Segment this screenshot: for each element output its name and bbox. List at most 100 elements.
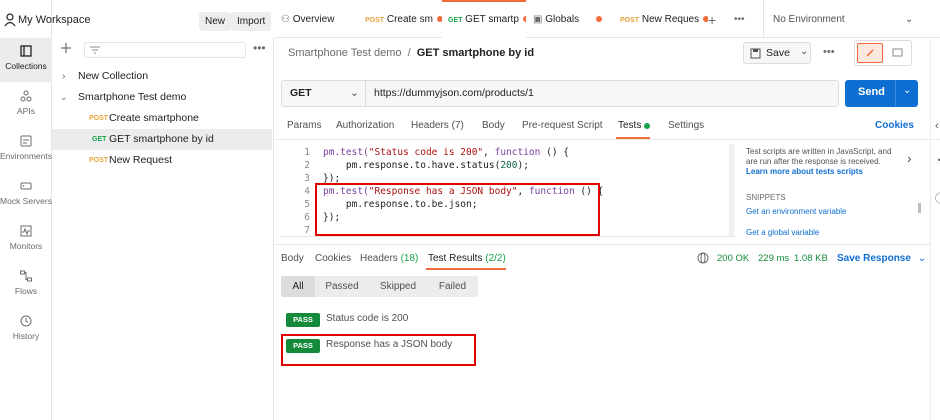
- rail-label: History: [12, 331, 40, 341]
- environment-select[interactable]: No Environment: [773, 0, 913, 38]
- workspace-name[interactable]: My Workspace: [18, 14, 91, 26]
- editor-scrollbar[interactable]: [729, 144, 734, 236]
- code-token: );: [517, 160, 529, 171]
- code-line: pm.response.to.have.status(200);: [323, 160, 529, 171]
- save-response-label: Save Response: [837, 253, 911, 264]
- right-panel-icon[interactable]: ‹: [935, 120, 939, 132]
- snippet-link[interactable]: Get an environment variable: [746, 207, 847, 216]
- tab-globals[interactable]: ▣ Globals: [533, 0, 613, 38]
- tab-body[interactable]: Body: [482, 120, 505, 131]
- response-tab-headers[interactable]: Headers (18): [360, 253, 418, 264]
- line-number: 3: [304, 173, 310, 184]
- response-tab-cookies[interactable]: Cookies: [315, 253, 351, 264]
- save-button[interactable]: Save ⌄: [743, 42, 811, 64]
- tab-params[interactable]: Params: [287, 120, 321, 131]
- rail-history[interactable]: History: [0, 308, 52, 352]
- globe-icon[interactable]: [697, 252, 709, 264]
- tab-create-smartphone[interactable]: POST Create sm: [365, 0, 445, 38]
- url-input[interactable]: https://dummyjson.com/products/1: [365, 80, 839, 107]
- new-tab-icon[interactable]: +: [708, 0, 722, 38]
- rail-collections[interactable]: Collections: [0, 38, 52, 82]
- snippets-label: SNIPPETS: [746, 193, 786, 202]
- more-icon[interactable]: •••: [253, 41, 266, 55]
- response-tab-body[interactable]: Body: [281, 253, 304, 264]
- right-panel-icon[interactable]: ⓘ: [935, 190, 940, 206]
- new-button[interactable]: New: [199, 12, 232, 31]
- tabs-more-icon[interactable]: •••: [734, 0, 750, 38]
- pass-badge: PASS: [286, 313, 320, 327]
- rail-environments[interactable]: Environments: [0, 128, 52, 172]
- filter-passed[interactable]: Passed: [315, 276, 369, 297]
- response-time[interactable]: 229 ms: [758, 253, 789, 264]
- tree-item-new-request[interactable]: POST New Request: [52, 150, 272, 171]
- code-token: pm.test(: [323, 147, 369, 158]
- tab-settings[interactable]: Settings: [668, 120, 704, 131]
- divider: [275, 139, 940, 140]
- tree-item-get-smartphone[interactable]: GET GET smartphone by id: [52, 129, 272, 150]
- highlight-box: [281, 334, 476, 366]
- left-nav-rail: Collections APIs Environments Mock Serve…: [0, 0, 52, 420]
- rail-flows[interactable]: Flows: [0, 263, 52, 307]
- method-select[interactable]: GET ⌄: [281, 80, 365, 107]
- edit-icon[interactable]: [857, 43, 883, 63]
- status-code[interactable]: 200 OK: [717, 253, 749, 264]
- user-icon[interactable]: [4, 13, 16, 27]
- send-button[interactable]: Send ⌄: [845, 80, 918, 107]
- breadcrumb-collection[interactable]: Smartphone Test demo: [288, 47, 402, 59]
- chevron-down-icon[interactable]: ⌄: [903, 85, 911, 96]
- breadcrumb-request: GET smartphone by id: [416, 47, 535, 59]
- snippet-link[interactable]: Get a global variable: [746, 228, 819, 237]
- more-icon[interactable]: •••: [823, 46, 835, 58]
- filter-icon: [90, 46, 100, 54]
- chevron-down-icon: ⌄: [917, 253, 927, 264]
- code-line: pm.test("Status code is 200", function (…: [323, 147, 569, 158]
- add-icon[interactable]: [60, 42, 72, 54]
- globals-icon: ▣: [533, 14, 543, 25]
- rail-monitors[interactable]: Monitors: [0, 218, 52, 262]
- response-tab-test-results[interactable]: Test Results (2/2): [428, 253, 506, 264]
- chevron-right-icon[interactable]: ›: [907, 150, 912, 166]
- breadcrumb-separator: /: [407, 47, 411, 59]
- tab-headers[interactable]: Headers (7): [411, 120, 464, 131]
- filter-skipped[interactable]: Skipped: [369, 276, 427, 297]
- tab-prerequest-script[interactable]: Pre-request Script: [522, 120, 603, 131]
- import-button[interactable]: Import: [231, 12, 272, 31]
- save-response-button[interactable]: Save Response ⌄: [837, 253, 926, 264]
- unsaved-dot: [522, 16, 526, 23]
- rail-mock-servers[interactable]: Mock Servers: [0, 173, 52, 217]
- tree-item-smartphone-test-demo[interactable]: ⌄ Smartphone Test demo: [52, 87, 272, 108]
- comments-icon[interactable]: [886, 43, 910, 63]
- tab-label: Create sm: [386, 14, 433, 25]
- code-token: pm.response.to.have.status(: [323, 160, 501, 171]
- environments-icon: [20, 135, 32, 147]
- method-badge: POST: [89, 157, 109, 164]
- sidebar-filter-input[interactable]: [84, 42, 246, 58]
- tab-get-smartphone[interactable]: GET GET smartp: [442, 0, 526, 38]
- code-token: "Status code is 200": [368, 147, 484, 158]
- right-panel-icon[interactable]: ◔: [935, 155, 940, 167]
- chevron-down-icon[interactable]: ⌄: [800, 46, 808, 57]
- mock-servers-icon: [20, 182, 32, 190]
- sidebar: ••• › New Collection ⌄ Smartphone Test d…: [52, 38, 274, 420]
- tab-label: Overview: [292, 14, 335, 25]
- tab-authorization[interactable]: Authorization: [336, 120, 394, 131]
- tab-new-request[interactable]: POST New Reques: [620, 0, 708, 38]
- rail-label: Collections: [5, 61, 47, 71]
- learn-more-link[interactable]: Learn more about tests scripts: [746, 167, 891, 177]
- tab-tests[interactable]: Tests: [618, 120, 641, 131]
- help-line: are run after the response is received.: [746, 157, 881, 166]
- filter-all[interactable]: All: [281, 276, 315, 297]
- filter-failed[interactable]: Failed: [427, 276, 478, 297]
- response-size[interactable]: 1.08 KB: [794, 253, 828, 264]
- environment-label: No Environment: [773, 14, 845, 25]
- cookies-link[interactable]: Cookies: [875, 120, 914, 131]
- divider: [275, 244, 930, 245]
- line-number: 5: [304, 199, 310, 210]
- tree-item-create-smartphone[interactable]: POST Create smartphone: [52, 108, 272, 129]
- unsaved-dot: [595, 16, 602, 23]
- tree-item-new-collection[interactable]: › New Collection: [52, 66, 272, 87]
- rail-apis[interactable]: APIs: [0, 83, 52, 127]
- tab-overview[interactable]: ⚇ Overview: [281, 0, 361, 38]
- help-scrollbar[interactable]: [918, 203, 921, 213]
- chevron-down-icon[interactable]: ⌄: [905, 0, 919, 38]
